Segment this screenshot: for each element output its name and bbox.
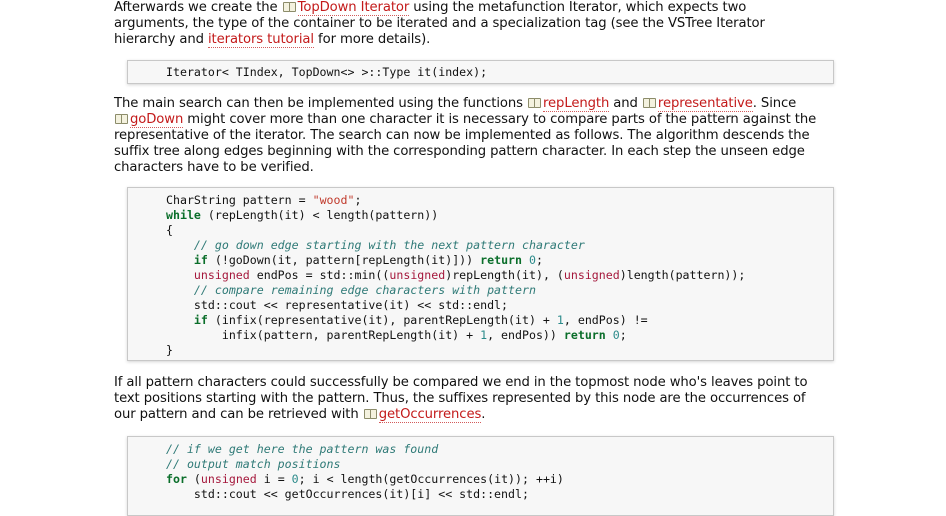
iterators-tutorial-link[interactable]: iterators tutorial	[207, 32, 314, 48]
code-line: unsigned endPos = std::min((unsigned)rep…	[166, 268, 746, 282]
text: .	[481, 407, 486, 422]
code-line: CharString pattern = "wood";	[166, 193, 362, 207]
text: hierarchy and	[114, 32, 208, 47]
topdown-iterator-link[interactable]: TopDown Iterator	[297, 0, 409, 16]
text: characters have to be verified.	[114, 160, 314, 175]
book-icon	[642, 97, 656, 108]
code-line: // go down edge starting with the next p…	[166, 238, 585, 252]
text: The main search can then be implemented …	[114, 96, 528, 111]
book-icon	[282, 1, 296, 12]
code-line: if (!goDown(it, pattern[repLength(it)]))…	[166, 253, 543, 267]
code-line: for (unsigned i = 0; i < length(getOccur…	[166, 472, 564, 486]
code-block-iterator: Iterator< TIndex, TopDown<> >::Type it(i…	[127, 60, 834, 84]
text: suffix tree along edges beginning with t…	[114, 144, 805, 159]
representative-link[interactable]: representative	[657, 96, 753, 112]
text: might cover more than one character it i…	[183, 112, 817, 127]
text: text positions starting with the pattern…	[114, 391, 806, 406]
text: Afterwards we create the	[114, 0, 282, 15]
code-line: while (repLength(it) < length(pattern))	[166, 208, 439, 222]
code-line: infix(pattern, parentRepLength(it) + 1, …	[166, 328, 627, 342]
code-line: // compare remaining edge characters wit…	[166, 283, 536, 297]
code-line: // output match positions	[166, 457, 341, 471]
replength-link[interactable]: repLength	[543, 96, 609, 112]
code-line: std::cout << getOccurrences(it)[i] << st…	[166, 487, 529, 501]
getoccurrences-link[interactable]: getOccurrences	[378, 407, 481, 423]
code-block-search: CharString pattern = "wood"; while (repL…	[127, 187, 834, 361]
text: our pattern and can be retrieved with	[114, 407, 363, 422]
text: . Since	[752, 96, 797, 111]
occurrences-paragraph: If all pattern characters could successf…	[114, 375, 842, 423]
code-line: Iterator< TIndex, TopDown<> >::Type it(i…	[166, 65, 488, 79]
book-icon	[363, 408, 377, 419]
book-icon	[115, 113, 128, 124]
code-line: {	[166, 223, 173, 237]
text: for more details).	[313, 32, 431, 47]
godown-link[interactable]: goDown	[130, 112, 183, 128]
code-line: if (infix(representative(it), parentRepL…	[166, 313, 648, 327]
intro-paragraph: Afterwards we create the TopDown Iterato…	[114, 0, 842, 48]
text: arguments, the type of the container to …	[114, 16, 765, 31]
text: representative of the iterator. The sear…	[114, 128, 810, 143]
code-line: std::cout << representative(it) << std::…	[166, 298, 509, 312]
text: If all pattern characters could successf…	[114, 375, 808, 390]
text: and	[609, 96, 642, 111]
code-line: }	[166, 343, 173, 357]
code-block-output: // if we get here the pattern was found …	[127, 436, 834, 516]
book-icon	[528, 97, 542, 108]
text: using the metafunction Iterator, which e…	[409, 0, 747, 15]
search-paragraph: The main search can then be implemented …	[114, 96, 842, 176]
code-line: // if we get here the pattern was found	[166, 442, 439, 456]
